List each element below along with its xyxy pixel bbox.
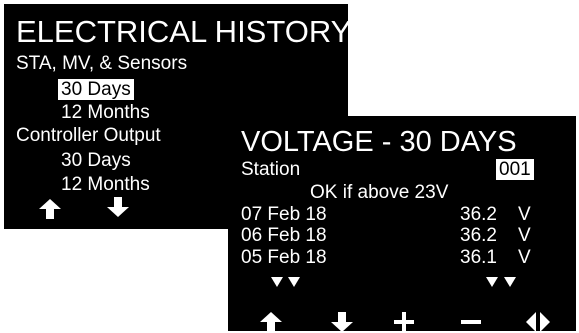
screen-title: VOLTAGE - 30 DAYS [241, 126, 517, 158]
row-value: 36.2 [460, 204, 497, 225]
scroll-down-triangle-icon [486, 277, 498, 287]
screen-title: ELECTRICAL HISTORY [16, 14, 352, 49]
station-number-field[interactable]: 001 [496, 159, 534, 180]
menu-item-output-30-days[interactable]: 30 Days [61, 151, 131, 170]
menu-item-sta-12-months[interactable]: 12 Months [61, 103, 150, 122]
row-value: 36.1 [460, 247, 497, 268]
station-label: Station [241, 159, 301, 180]
scroll-down-triangle-icon [288, 277, 300, 287]
row-value: 36.2 [460, 225, 497, 246]
arrow-up-button[interactable] [39, 199, 61, 219]
selected-highlight[interactable]: 30 Days [58, 79, 134, 100]
plus-icon [394, 312, 414, 332]
section-controller-output: Controller Output [16, 125, 161, 146]
arrow-up-icon [39, 199, 61, 219]
arrow-down-button[interactable] [331, 312, 353, 332]
voltage-screen: VOLTAGE - 30 DAYS Station 001 OK if abov… [228, 116, 576, 332]
left-right-button[interactable] [526, 312, 550, 332]
arrow-down-icon [107, 197, 129, 217]
arrow-down-button[interactable] [107, 197, 129, 217]
scroll-down-triangle-icon [271, 277, 283, 287]
row-date: 07 Feb 18 [241, 204, 327, 225]
row-date: 05 Feb 18 [241, 247, 327, 268]
ok-threshold-text: OK if above 23V [310, 182, 449, 203]
minus-icon [461, 320, 481, 324]
row-unit: V [518, 225, 531, 246]
minus-button[interactable] [461, 312, 481, 332]
plus-button[interactable] [394, 312, 414, 332]
menu-item-sta-30-days[interactable]: 30 Days [58, 79, 134, 100]
arrow-up-icon [260, 312, 282, 332]
menu-item-output-12-months[interactable]: 12 Months [61, 175, 150, 194]
station-value[interactable]: 001 [496, 159, 534, 180]
row-unit: V [518, 247, 531, 268]
row-unit: V [518, 204, 531, 225]
scroll-down-triangle-icon [504, 277, 516, 287]
arrow-down-icon [331, 312, 353, 332]
arrow-up-button[interactable] [260, 312, 282, 332]
section-sta-mv-sensors: STA, MV, & Sensors [16, 53, 188, 74]
row-date: 06 Feb 18 [241, 225, 327, 246]
left-right-arrow-icon [526, 312, 550, 332]
